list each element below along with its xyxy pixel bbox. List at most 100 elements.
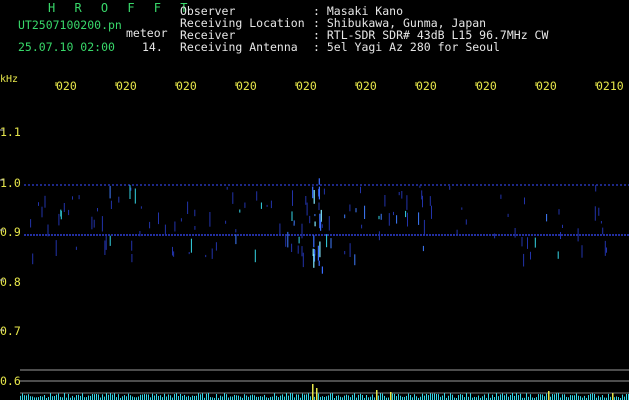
echo-streak [524, 197, 525, 205]
noise-bar [302, 393, 303, 400]
echo-streak [279, 223, 281, 235]
noise-bar [254, 395, 255, 400]
echo-streak [422, 245, 424, 252]
noise-bar [126, 396, 127, 400]
noise-bar [306, 394, 307, 400]
noise-bar [332, 393, 333, 400]
noise-bar [114, 393, 115, 400]
noise-bar [88, 395, 89, 400]
echo-streak [449, 186, 451, 190]
echo-streak [104, 240, 106, 255]
noise-bar [558, 393, 559, 400]
echo-streak [41, 206, 43, 218]
noise-bar [400, 395, 401, 400]
noise-bar [516, 393, 517, 400]
noise-bar [382, 393, 383, 400]
noise-bar [540, 394, 541, 400]
noise-bar [200, 394, 201, 400]
echo-streak [313, 235, 315, 248]
echo-streak [30, 219, 32, 228]
echo-streak [456, 229, 458, 236]
echo-streak [158, 212, 159, 225]
noise-bar [110, 393, 111, 400]
noise-bar [274, 393, 275, 400]
echo-streak [105, 236, 107, 250]
noise-bar [348, 395, 349, 400]
noise-bar [366, 395, 367, 400]
noise-bar [216, 394, 217, 400]
noise-bar [482, 396, 483, 400]
noise-bar [498, 396, 499, 400]
noise-bar [30, 396, 31, 400]
noise-bar [358, 394, 359, 400]
echo-streak [38, 202, 39, 206]
noise-bar [250, 395, 251, 400]
noise-bar [234, 394, 235, 400]
echo-streak [291, 211, 293, 221]
noise-bar [44, 395, 45, 400]
echo-streak [298, 236, 300, 244]
noise-bar [444, 393, 445, 400]
echo-streak [328, 216, 330, 231]
echo-streak [318, 202, 320, 211]
noise-bar [488, 393, 489, 400]
echo-streak [321, 266, 323, 274]
echo-streak [507, 213, 509, 217]
echo-streak [239, 209, 241, 213]
echo-streak [256, 191, 258, 201]
echo-streak [330, 238, 332, 249]
echo-streak [600, 221, 602, 224]
noise-bar [64, 393, 65, 400]
noise-spike [612, 393, 614, 400]
echo-streak [205, 254, 207, 258]
echo-streak [500, 194, 502, 199]
noise-bar [466, 393, 467, 400]
echo-streak [91, 216, 93, 230]
noise-bar [416, 396, 417, 400]
noise-spike [376, 390, 378, 400]
noise-bar [132, 396, 133, 400]
noise-bar [24, 395, 25, 400]
noise-bar [240, 396, 241, 400]
echo-streak [431, 205, 432, 219]
echo-streak [405, 210, 407, 218]
echo-streak [235, 234, 237, 245]
noise-bar [118, 394, 119, 400]
echo-streak [355, 208, 357, 213]
noise-bar [580, 396, 581, 400]
noise-bar [148, 394, 149, 400]
noise-bar [500, 394, 501, 400]
noise-bar [56, 394, 57, 400]
noise-bar [290, 393, 291, 400]
noise-bar [184, 394, 185, 400]
echo-streak [55, 240, 57, 256]
echo-streak [60, 209, 62, 217]
echo-streak [313, 254, 315, 268]
echo-streak [131, 254, 133, 263]
noise-bar [168, 394, 169, 400]
noise-bar [50, 393, 51, 400]
echo-streak [534, 237, 536, 248]
echo-streak [604, 240, 606, 256]
noise-bar [478, 395, 479, 400]
echo-streak [211, 248, 213, 259]
noise-bar [422, 393, 423, 400]
echo-streak [291, 243, 293, 252]
noise-bar [292, 393, 293, 400]
noise-bar [308, 393, 309, 400]
noise-bar [424, 395, 425, 400]
noise-bar [194, 396, 195, 400]
noise-bar [538, 394, 539, 400]
echo-streak [361, 224, 363, 229]
echo-streak [318, 188, 320, 197]
noise-bar [590, 393, 591, 400]
echo-streak [388, 213, 390, 226]
noise-bar [434, 393, 435, 400]
echo-streak [134, 188, 136, 204]
noise-bar [52, 396, 53, 400]
noise-bar [170, 395, 171, 400]
echo-streak [63, 203, 65, 212]
echo-streak [309, 215, 311, 224]
noise-bar [166, 396, 167, 400]
noise-bar [32, 396, 33, 400]
